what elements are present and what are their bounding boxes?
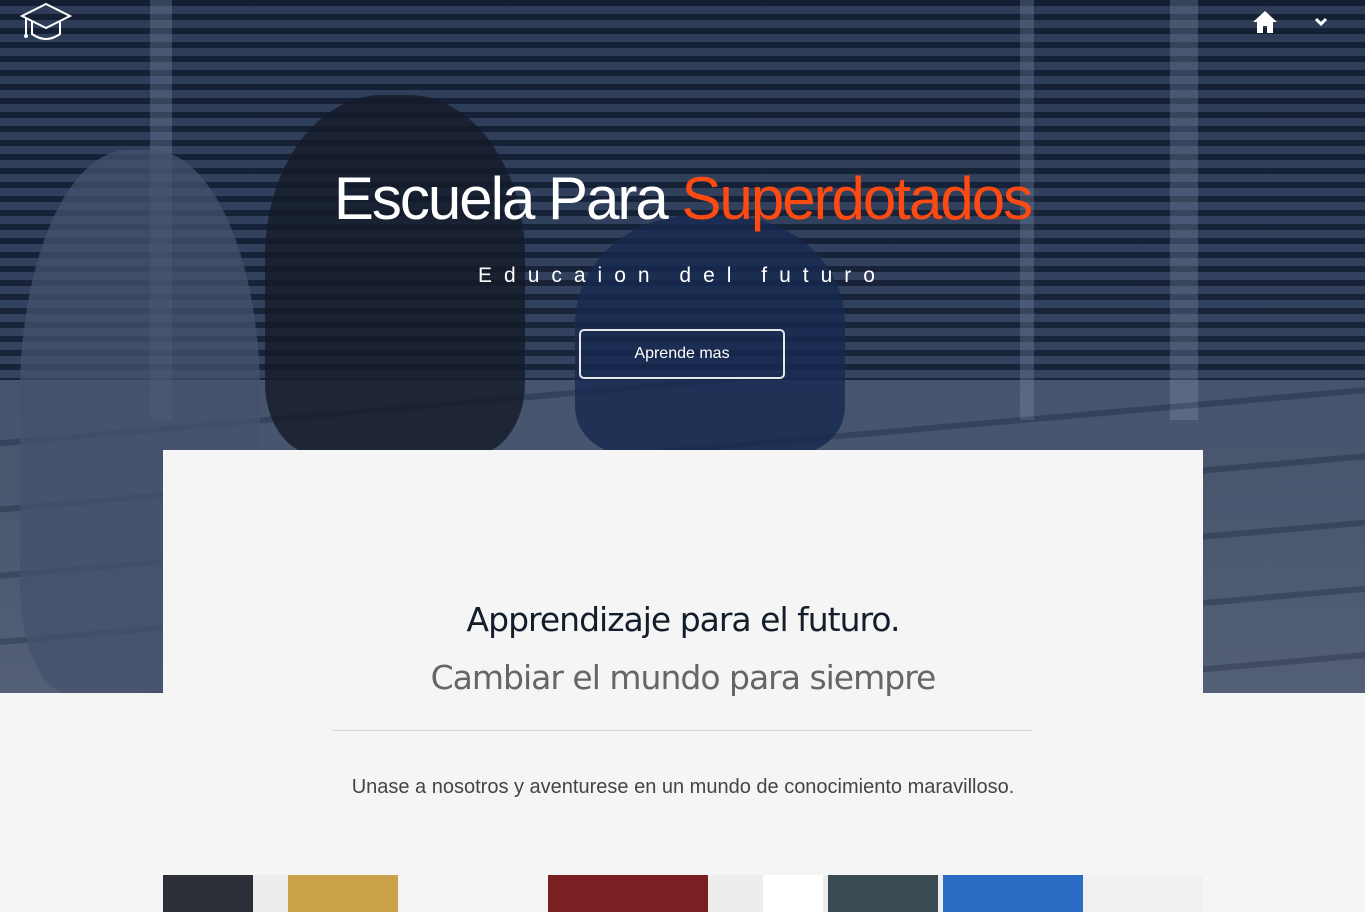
book: [288, 875, 398, 912]
hero-subtitle: Educaion del futuro: [478, 264, 887, 287]
intro-text: Unase a nosotros y aventurese en un mund…: [351, 776, 1015, 798]
book: [943, 875, 1083, 912]
book: [163, 875, 253, 912]
bookshelf-image: [163, 875, 1203, 912]
hero-title-accent: Superdotados: [681, 165, 1033, 232]
intro-card: Apprendizaje para el futuro. Cambiar el …: [163, 450, 1203, 875]
hero-title-main: Escuela Para: [333, 165, 682, 232]
intro-heading: Apprendizaje para el futuro.: [466, 600, 901, 639]
book: [828, 875, 938, 912]
book: [763, 875, 823, 912]
chevron-down-icon[interactable]: [1313, 16, 1329, 28]
book: [1083, 875, 1203, 912]
learn-more-button[interactable]: Aprende mas: [579, 329, 785, 379]
hero-title: Escuela Para Superdotados: [0, 164, 1365, 233]
home-icon[interactable]: [1252, 10, 1278, 34]
book: [398, 875, 548, 912]
intro-subheading: Cambiar el mundo para siempre: [430, 658, 937, 697]
graduation-cap-icon[interactable]: [20, 2, 72, 46]
intro-divider: [333, 730, 1033, 731]
book: [548, 875, 708, 912]
